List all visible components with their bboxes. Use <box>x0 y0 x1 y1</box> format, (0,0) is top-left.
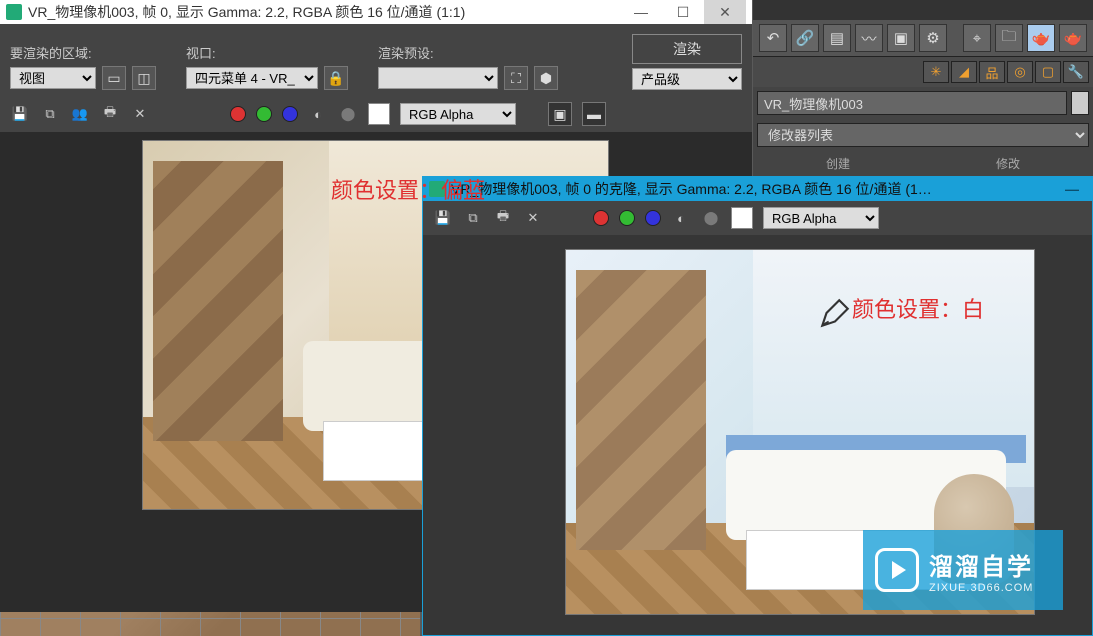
maximize-button[interactable]: ☐ <box>662 0 704 24</box>
annotation-2: 颜色设置：白 <box>852 292 984 324</box>
mono-icon[interactable]: ⬤ <box>701 208 721 228</box>
tab-create-icon[interactable]: ✳ <box>923 61 949 83</box>
tool-folder-icon[interactable]: 🗀 <box>995 24 1023 52</box>
bg-color-swatch[interactable] <box>368 103 390 125</box>
tool-box-icon[interactable]: ▣ <box>887 24 915 52</box>
close-button[interactable]: ✕ <box>704 0 746 24</box>
footer-label-modify: 修改 <box>996 155 1020 172</box>
print-image-icon[interactable]: 🖶 <box>493 208 513 228</box>
object-name-field[interactable] <box>757 91 1067 115</box>
region-crop-icon[interactable]: ◫ <box>132 66 156 90</box>
viewport-dropdown[interactable]: 四元菜单 4 - VR_ <box>186 67 318 89</box>
copy-image-icon[interactable]: ⧉ <box>40 104 60 124</box>
tab-display-icon[interactable]: ▢ <box>1035 61 1061 83</box>
framebuffer-toolbar-2: 💾 ⧉ 🖶 ✕ ◐ ⬤ RGB Alpha <box>423 201 1092 235</box>
panel-tabs: ✳ ◢ 品 ◎ ▢ 🔧 <box>753 57 1093 87</box>
watermark-badge: 溜溜自学 ZIXUE.3D66.COM <box>863 530 1063 610</box>
channel-blue-icon[interactable] <box>645 210 661 226</box>
annotation-1: 颜色设置：偏蓝 <box>331 173 485 205</box>
channel-dropdown[interactable]: RGB Alpha <box>763 207 879 229</box>
overlay2-icon[interactable]: ▬ <box>582 102 606 126</box>
tool-teapot-icon[interactable]: 🫖 <box>1027 24 1055 52</box>
app-icon <box>6 4 22 20</box>
preset-dropdown[interactable] <box>378 67 498 89</box>
channel-green-icon[interactable] <box>256 106 272 122</box>
region-select-icon[interactable]: ▭ <box>102 66 126 90</box>
channel-red-icon[interactable] <box>593 210 609 226</box>
window2-titlebar[interactable]: VR_物理像机003, 帧 0 的克隆, 显示 Gamma: 2.2, RGBA… <box>423 177 1092 201</box>
tab-utilities-icon[interactable]: 🔧 <box>1063 61 1089 83</box>
channel-dropdown[interactable]: RGB Alpha <box>400 103 516 125</box>
alpha-icon[interactable]: ◐ <box>671 208 691 228</box>
channel-green-icon[interactable] <box>619 210 635 226</box>
tab-modify-icon[interactable]: ◢ <box>951 61 977 83</box>
footer-label-create: 创建 <box>826 155 850 172</box>
save-image-icon[interactable]: 💾 <box>10 104 30 124</box>
command-panel: ↶ 🔗 ▤ 〰 ▣ ⚙ ⌖ 🗀 🫖 🫖 ✳ ◢ 品 ◎ ▢ 🔧 修改器列表 创建… <box>753 0 1093 180</box>
tool-curve-icon[interactable]: 〰 <box>855 24 883 52</box>
label-render-area: 要渲染的区域: <box>10 43 156 62</box>
preset-save-icon[interactable]: ⬢ <box>534 66 558 90</box>
bg-color-swatch[interactable] <box>731 207 753 229</box>
minimize-button[interactable]: — <box>1058 179 1086 199</box>
area-dropdown[interactable]: 视图 <box>10 67 96 89</box>
delete-image-icon[interactable]: ✕ <box>130 104 150 124</box>
save-image-icon[interactable]: 💾 <box>433 208 453 228</box>
alpha-icon[interactable]: ◐ <box>308 104 328 124</box>
watermark-title: 溜溜自学 <box>929 547 1033 582</box>
preset-load-icon[interactable]: ⛶ <box>504 66 528 90</box>
tab-hierarchy-icon[interactable]: 品 <box>979 61 1005 83</box>
watermark-sub: ZIXUE.3D66.COM <box>929 582 1033 594</box>
label-viewport: 视口: <box>186 43 348 62</box>
quality-dropdown[interactable]: 产品级 <box>632 68 742 90</box>
framebuffer-toolbar: 💾 ⧉ 👥 🖶 ✕ ◐ ⬤ RGB Alpha ▣ ▬ <box>0 96 752 132</box>
tool-gear-icon[interactable]: ⚙ <box>919 24 947 52</box>
modifier-list-dropdown[interactable]: 修改器列表 <box>757 123 1089 147</box>
tab-motion-icon[interactable]: ◎ <box>1007 61 1033 83</box>
label-preset: 渲染预设: <box>378 43 558 62</box>
play-icon <box>875 548 919 592</box>
render-button[interactable]: 渲染 <box>632 34 742 64</box>
channel-red-icon[interactable] <box>230 106 246 122</box>
render-setup-row: 要渲染的区域: 视图 ▭ ◫ 视口: 四元菜单 4 - VR_ 🔒 渲染预设: … <box>0 24 752 96</box>
overlay1-icon[interactable]: ▣ <box>548 102 572 126</box>
main-toolbar-row: ↶ 🔗 ▤ 〰 ▣ ⚙ ⌖ 🗀 🫖 🫖 <box>753 20 1093 57</box>
clone-image-icon[interactable]: 👥 <box>70 104 90 124</box>
print-image-icon[interactable]: 🖶 <box>100 104 120 124</box>
window1-title: VR_物理像机003, 帧 0, 显示 Gamma: 2.2, RGBA 颜色 … <box>28 2 465 22</box>
tool-undo-icon[interactable]: ↶ <box>759 24 787 52</box>
object-color-swatch[interactable] <box>1071 91 1089 115</box>
tool-link-icon[interactable]: 🔗 <box>791 24 819 52</box>
tool-teapot2-icon[interactable]: 🫖 <box>1059 24 1087 52</box>
tool-layers-icon[interactable]: ▤ <box>823 24 851 52</box>
channel-blue-icon[interactable] <box>282 106 298 122</box>
minimize-button[interactable]: — <box>620 0 662 24</box>
copy-image-icon[interactable]: ⧉ <box>463 208 483 228</box>
tool-snap-icon[interactable]: ⌖ <box>963 24 991 52</box>
window1-titlebar: VR_物理像机003, 帧 0, 显示 Gamma: 2.2, RGBA 颜色 … <box>0 0 752 24</box>
mono-icon[interactable]: ⬤ <box>338 104 358 124</box>
delete-image-icon[interactable]: ✕ <box>523 208 543 228</box>
lock-icon[interactable]: 🔒 <box>324 66 348 90</box>
window2-title: VR_物理像机003, 帧 0 的克隆, 显示 Gamma: 2.2, RGBA… <box>451 179 932 199</box>
